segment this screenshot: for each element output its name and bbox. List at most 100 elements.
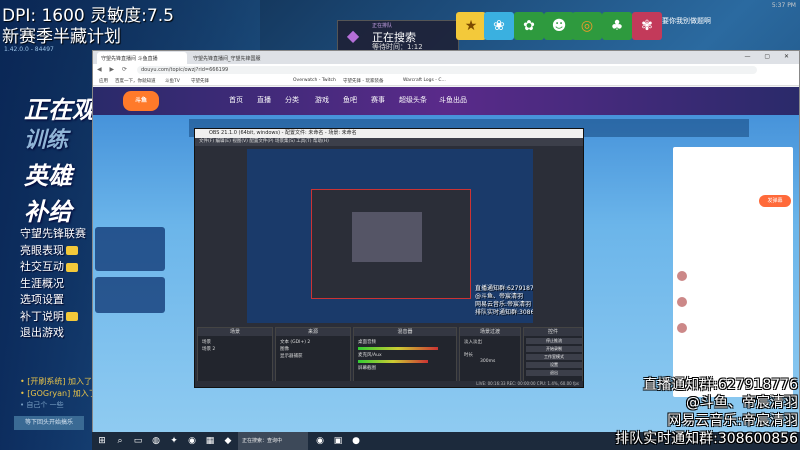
transition-item: 时长 bbox=[464, 353, 473, 358]
steam-icon[interactable]: ◍ bbox=[150, 435, 162, 447]
avatar bbox=[677, 271, 687, 281]
menu-item-career[interactable]: 生涯概况 bbox=[20, 276, 86, 293]
flower-icon[interactable]: ✾ bbox=[632, 12, 662, 40]
mushroom-icon[interactable]: ♣ bbox=[602, 12, 632, 40]
menu-item-highlights[interactable]: 亮眼表现 bbox=[20, 243, 86, 260]
menu-list: 守望先锋联赛 亮眼表现 社交互动 生涯概况 选项设置 补丁说明 退出游戏 bbox=[20, 226, 86, 342]
folder-icon[interactable]: ▣ bbox=[332, 435, 344, 447]
nav-game[interactable]: 游戏 bbox=[315, 95, 329, 105]
bookmark-overwatch[interactable]: 守望先锋 bbox=[191, 78, 209, 84]
overlay-qq-group: 直播通知群:627918776 bbox=[643, 377, 798, 393]
scene-item[interactable]: 场景 bbox=[202, 339, 211, 345]
tab-bar: 守望先锋直播间 斗鱼直播 守望先锋直播间_守望先锋国服 — ▢ ✕ bbox=[93, 51, 799, 64]
nav-live[interactable]: 直播 bbox=[257, 95, 271, 105]
menu-item-quit[interactable]: 退出游戏 bbox=[20, 325, 86, 342]
bookmark-warcraft-logs[interactable]: Warcraft Logs - C... bbox=[403, 78, 446, 83]
menu-item-watching[interactable]: 正在观 bbox=[24, 90, 96, 125]
loot-box-icon[interactable]: ★ bbox=[456, 12, 486, 40]
overwatch-icon[interactable]: ◎ bbox=[572, 12, 602, 40]
douyu-logo[interactable]: 斗鱼 bbox=[123, 91, 159, 111]
join-button[interactable]: 等下回头开始搞乐 bbox=[14, 416, 84, 430]
bookmark-twitch[interactable]: Overwatch - Twitch bbox=[293, 78, 336, 83]
nav-originals[interactable]: 斗鱼出品 bbox=[439, 95, 467, 105]
nested-preview-inner bbox=[352, 212, 422, 262]
transition-item[interactable]: 淡入淡出 bbox=[464, 339, 482, 345]
sheep-icon[interactable]: ✿ bbox=[514, 12, 544, 40]
side-card[interactable] bbox=[95, 277, 165, 313]
queue-label: 正在排队 bbox=[372, 23, 393, 29]
nav-buttons[interactable]: ◀ ▶ ⟳ bbox=[97, 66, 130, 73]
source-item[interactable]: 图像 bbox=[280, 346, 289, 352]
nav-events[interactable]: 赛事 bbox=[371, 95, 385, 105]
search-icon[interactable]: ⌕ bbox=[114, 435, 126, 447]
scene-item[interactable]: 场景 2 bbox=[202, 346, 215, 352]
settings-button[interactable]: 设置 bbox=[526, 362, 582, 368]
dock-header: 来源 bbox=[276, 328, 350, 336]
controls-dock: 控件 停止推流 开始录制 工作室模式 设置 退出 bbox=[523, 327, 583, 383]
notification-badge-icon bbox=[66, 246, 78, 255]
matchmaking-status: ◆ 正在排队 正在搜索 等待时间：1:12 bbox=[337, 20, 459, 52]
audio-meter[interactable] bbox=[358, 360, 428, 363]
source-item[interactable]: 显示器捕获 bbox=[280, 353, 303, 359]
studio-mode-button[interactable]: 工作室模式 bbox=[526, 354, 582, 360]
menu-item-patch-notes[interactable]: 补丁说明 bbox=[20, 309, 86, 326]
bookmark-douyu[interactable]: 斗鱼TV bbox=[165, 78, 180, 84]
chrome-taskbar-icon[interactable]: ◉ bbox=[314, 435, 326, 447]
obs-title: OBS 21.1.0 (64bit, windows) - 配置文件: 未命名 … bbox=[195, 129, 583, 138]
menu-item-loot[interactable]: 补给 bbox=[24, 192, 72, 227]
file-explorer-icon[interactable]: ▦ bbox=[204, 435, 216, 447]
nav-home[interactable]: 首页 bbox=[229, 95, 243, 105]
tab-douyu-room[interactable]: 守望先锋直播间_守望先锋国服 bbox=[189, 52, 285, 64]
windows-start-icon[interactable]: ⊞ bbox=[96, 435, 108, 447]
notification-badge-icon bbox=[66, 262, 78, 272]
exit-button[interactable]: 退出 bbox=[526, 370, 582, 376]
overwatch-logo-icon: ◆ bbox=[346, 26, 360, 45]
task-view-icon[interactable]: ▭ bbox=[132, 435, 144, 447]
menu-item-heroes[interactable]: 英雄 bbox=[24, 156, 72, 191]
obs-menu[interactable]: 文件(F) 编辑(E) 视图(V) 配置文件(P) 场景集(S) 工具(T) 帮… bbox=[195, 138, 583, 146]
menu-item-social[interactable]: 社交互动 bbox=[20, 259, 86, 276]
address-bar: ◀ ▶ ⟳ douyu.com/topic/owzj?rid=666199 bbox=[93, 64, 799, 76]
url-input[interactable]: douyu.com/topic/owzj?rid=666199 bbox=[137, 66, 757, 74]
tab-douyu-live[interactable]: 守望先锋直播间 斗鱼直播 bbox=[97, 52, 187, 64]
dock-header: 场景过渡 bbox=[460, 328, 520, 336]
clock: 5:37 PM bbox=[771, 2, 796, 9]
paw-icon[interactable]: ❀ bbox=[484, 12, 514, 40]
app-icon[interactable]: ◆ bbox=[222, 435, 234, 447]
sources-dock: 来源 文本 (GDI+) 2 图像 显示器捕获 bbox=[275, 327, 351, 383]
transition-duration[interactable]: 300ms bbox=[480, 359, 495, 364]
chrome-icon[interactable]: ◉ bbox=[186, 435, 198, 447]
chat-line: • 自己个 一些 bbox=[20, 401, 64, 409]
taskbar-search[interactable]: 正在搜索：查询中 bbox=[238, 432, 308, 450]
nav-fishbar[interactable]: 鱼吧 bbox=[343, 95, 357, 105]
stop-stream-button[interactable]: 停止推流 bbox=[526, 338, 582, 344]
bookmark-apps[interactable]: 应用 bbox=[99, 78, 108, 84]
chat-panel: 发弹幕 bbox=[673, 147, 793, 397]
bookmark-baidu[interactable]: 百度一下，你就知道 bbox=[115, 78, 156, 84]
mixer-item: 桌面音频 bbox=[358, 340, 376, 345]
audio-meter[interactable] bbox=[358, 347, 438, 350]
mixer-item: 麦克风/Aux bbox=[358, 353, 382, 358]
obs-icon[interactable]: ● bbox=[350, 435, 362, 447]
start-recording-button[interactable]: 开始录制 bbox=[526, 346, 582, 352]
obs-status-bar: LIVE: 00:16:33 REC: 00:00:00 CPU: 1.4%, … bbox=[195, 381, 583, 387]
avatar bbox=[677, 323, 687, 333]
overlay-netease: 网易云音乐:帝宸清羽 bbox=[667, 413, 798, 429]
nav-headline[interactable]: 超级头条 bbox=[399, 95, 427, 105]
source-item[interactable]: 文本 (GDI+) 2 bbox=[280, 339, 310, 345]
menu-item-options[interactable]: 选项设置 bbox=[20, 292, 86, 309]
bookmarks-bar: 应用 百度一下，你就知道 斗鱼TV 守望先锋 Overwatch - Twitc… bbox=[93, 76, 799, 86]
mouse-icon[interactable]: ☻ bbox=[544, 12, 574, 40]
window-controls[interactable]: — ▢ ✕ bbox=[744, 53, 795, 60]
send-danmaku-button[interactable]: 发弹幕 bbox=[759, 195, 791, 207]
side-card[interactable] bbox=[95, 227, 165, 271]
battlenet-icon[interactable]: ✦ bbox=[168, 435, 180, 447]
nav-category[interactable]: 分类 bbox=[285, 95, 299, 105]
stream-title: 新赛季半藏计划 bbox=[2, 27, 121, 47]
menu-item-league[interactable]: 守望先锋联赛 bbox=[20, 226, 86, 243]
menu-item-training[interactable]: 训练 bbox=[24, 122, 68, 154]
bookmark-gear[interactable]: 守望先锋 - 玩家装备 bbox=[343, 78, 383, 84]
site-nav: 斗鱼 首页 直播 分类 游戏 鱼吧 赛事 超级头条 斗鱼出品 bbox=[93, 87, 799, 115]
obs-preview: 直播通知群:627918776 @斗鱼、帝宸清羽 网易云音乐:帝宸清羽 排队实时… bbox=[247, 149, 533, 323]
overlay-douyu: @斗鱼、帝宸清羽 bbox=[686, 395, 798, 411]
